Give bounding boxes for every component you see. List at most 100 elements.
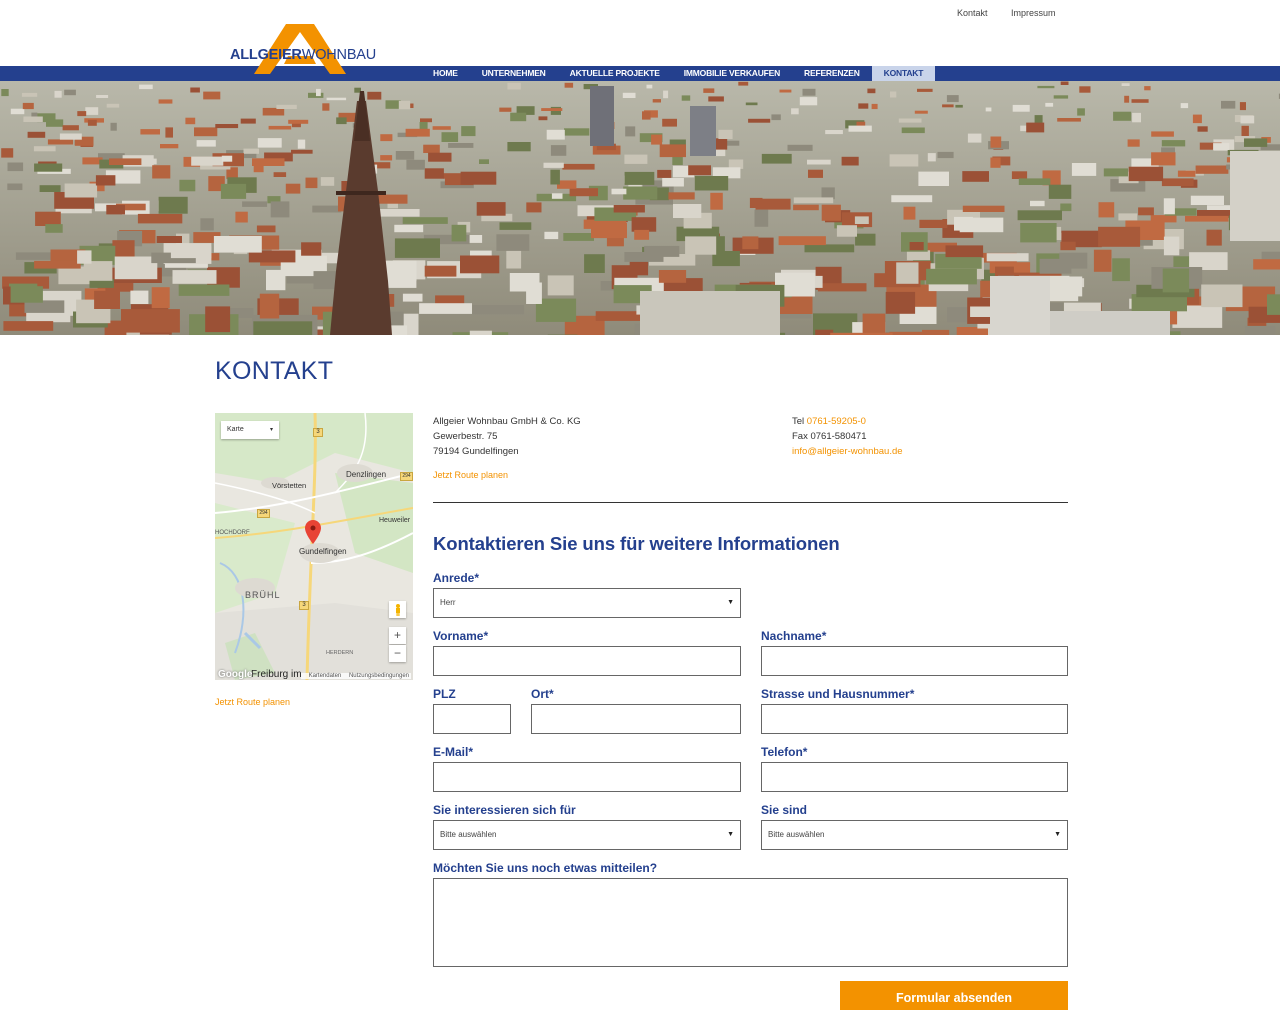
roof-shape	[423, 144, 440, 153]
roof-shape	[1020, 223, 1057, 243]
chevron-down-icon: ▾	[269, 427, 273, 433]
roof-shape	[779, 89, 792, 93]
roof-shape	[448, 143, 474, 148]
map-footer: Freiburg im Google Kartendaten Nutzungsb…	[215, 669, 413, 680]
roof-shape	[1093, 249, 1112, 272]
vorname-input[interactable]	[433, 646, 741, 676]
roof-shape	[268, 125, 292, 130]
roof-shape	[77, 250, 92, 264]
roof-shape	[1098, 226, 1141, 247]
roof-shape	[1039, 258, 1072, 274]
interesse-select[interactable]: Bitte auswählen ▼	[433, 820, 741, 850]
route-plan-link-address[interactable]: Jetzt Route planen	[433, 470, 508, 480]
main-nav: HOME UNTERNEHMEN AKTUELLE PROJEKTE IMMOB…	[421, 66, 936, 81]
roof-shape	[778, 236, 826, 246]
street-view-pegman-icon[interactable]	[389, 601, 406, 618]
map-data-link[interactable]: Kartendaten	[309, 673, 342, 679]
roof-shape	[862, 313, 886, 335]
roof-shape	[1077, 108, 1085, 116]
nav-immobilie-verkaufen[interactable]: IMMOBILIE VERKAUFEN	[672, 66, 792, 81]
map-type-select[interactable]: Karte ▾	[221, 421, 279, 439]
route-plan-link[interactable]: Jetzt Route planen	[215, 697, 290, 707]
roof-shape	[1017, 210, 1062, 221]
roof-shape	[170, 246, 212, 259]
nav-unternehmen[interactable]: UNTERNEHMEN	[470, 66, 558, 81]
roof-shape	[742, 236, 759, 250]
city-panorama-illustration	[0, 81, 1280, 335]
telefon-label: Telefon*	[761, 745, 808, 759]
roof-shape	[564, 82, 574, 88]
main-nav-bar: HOME UNTERNEHMEN AKTUELLE PROJEKTE IMMOB…	[0, 66, 1280, 81]
roof-shape	[906, 250, 931, 261]
roof-shape	[841, 156, 859, 166]
roof-shape	[808, 169, 823, 178]
roof-shape	[624, 171, 655, 185]
roof-shape	[651, 134, 663, 145]
telefon-input[interactable]	[761, 762, 1068, 792]
roof-shape	[385, 260, 417, 281]
google-map[interactable]: 3 294 294 3 Denzlingen Vörstetten Heuwei…	[215, 413, 413, 680]
nachname-input[interactable]	[761, 646, 1068, 676]
roof-shape	[83, 261, 113, 281]
roof-shape	[613, 205, 645, 213]
roof-shape	[1060, 241, 1076, 251]
sie-sind-select[interactable]: Bitte auswählen ▼	[761, 820, 1068, 850]
top-link-impressum[interactable]: Impressum	[1011, 8, 1056, 18]
logo[interactable]: ALLGEIERWOHNBAU	[230, 24, 380, 76]
phone-link[interactable]: 0761-59205-0	[807, 416, 866, 427]
roof-shape	[1, 89, 9, 97]
roof-shape	[1018, 178, 1051, 185]
message-textarea[interactable]	[433, 878, 1068, 967]
roof-shape	[10, 286, 43, 303]
roof-shape	[336, 117, 347, 125]
roof-shape	[419, 303, 472, 314]
roof-shape	[591, 223, 627, 239]
nav-kontakt[interactable]: KONTAKT	[871, 66, 936, 81]
roof-shape	[510, 112, 527, 122]
plz-input[interactable]	[433, 704, 511, 734]
roof-shape	[1177, 170, 1196, 177]
roof-shape	[190, 87, 200, 93]
roof-shape	[266, 269, 286, 291]
roof-shape	[890, 91, 897, 98]
roof-shape	[1241, 125, 1249, 137]
roof-shape	[402, 217, 448, 224]
submit-button[interactable]: Formular absenden	[840, 981, 1068, 1010]
roof-shape	[787, 144, 813, 151]
map-marker-icon[interactable]	[305, 520, 321, 544]
roof-shape	[424, 168, 444, 179]
interesse-label: Sie interessieren sich für	[433, 803, 576, 817]
roof-shape	[242, 201, 268, 207]
roof-shape	[1162, 268, 1190, 293]
roof-shape	[1267, 294, 1280, 315]
email-link[interactable]: info@allgeier-wohnbau.de	[792, 446, 903, 457]
roof-shape	[543, 162, 564, 168]
roof-shape	[394, 224, 424, 233]
ort-input[interactable]	[531, 704, 741, 734]
road-badge: 294	[257, 509, 270, 518]
roof-shape	[1127, 139, 1140, 147]
logo-part2: WOHNBAU	[301, 47, 377, 63]
roof-shape	[922, 329, 950, 335]
zoom-out-button[interactable]: −	[389, 645, 406, 662]
anrede-select[interactable]: Herr ▼	[433, 588, 741, 618]
map-terms-link[interactable]: Nutzungsbedingungen	[349, 673, 409, 679]
roof-shape	[424, 265, 457, 277]
nav-aktuelle-projekte[interactable]: AKTUELLE PROJEKTE	[558, 66, 672, 81]
roof-shape	[898, 118, 922, 123]
company-street: Gewerbestr. 75	[433, 431, 498, 442]
email-input[interactable]	[433, 762, 741, 792]
strasse-input[interactable]	[761, 704, 1068, 734]
zoom-in-button[interactable]: +	[389, 627, 406, 644]
nav-referenzen[interactable]: REFERENZEN	[792, 66, 872, 81]
roof-shape	[140, 129, 160, 135]
roof-shape	[990, 157, 1001, 168]
map-label: Heuweiler	[379, 517, 411, 524]
roof-shape	[926, 268, 977, 285]
roof-shape	[1253, 259, 1280, 270]
nav-home[interactable]: HOME	[421, 66, 470, 81]
roof-shape	[745, 102, 758, 106]
roof-shape	[472, 305, 525, 315]
roof-shape	[755, 198, 791, 210]
top-link-kontakt[interactable]: Kontakt	[957, 8, 988, 18]
